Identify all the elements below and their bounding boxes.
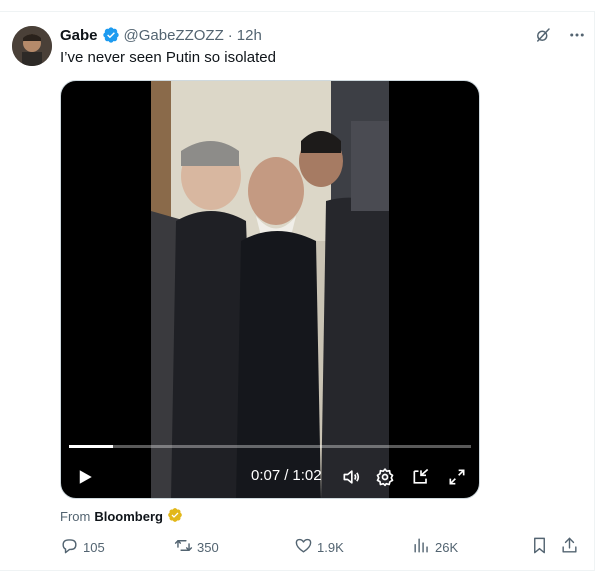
repost-icon: [174, 536, 193, 558]
settings-icon[interactable]: [373, 465, 397, 489]
video-progress-fill: [69, 445, 114, 448]
video-progress-bar[interactable]: [69, 445, 471, 448]
video-current-time: 0:07: [251, 467, 281, 484]
like-icon: [294, 536, 313, 558]
volume-icon[interactable]: [339, 465, 363, 489]
video-duration: 1:02: [292, 467, 322, 484]
bookmark-button[interactable]: [530, 536, 549, 558]
play-icon[interactable]: [73, 465, 97, 489]
tweet-header: Gabe @GabeZZOZZ · 12h: [60, 25, 262, 45]
grok-icon[interactable]: [533, 25, 553, 45]
bookmark-icon: [530, 536, 549, 558]
views-count: 26K: [435, 539, 459, 555]
verified-badge-icon: [102, 26, 120, 44]
author-avatar[interactable]: [12, 26, 52, 66]
views-icon: [412, 536, 431, 558]
repost-button[interactable]: 350: [174, 536, 219, 558]
header-actions: [533, 25, 587, 45]
post-time[interactable]: 12h: [237, 27, 262, 44]
video-player[interactable]: 0:07 / 1:02: [60, 80, 480, 499]
gold-verified-icon: [167, 507, 183, 526]
tweet-actions: 105 350 1.9K 26K: [60, 536, 585, 558]
repost-count: 350: [197, 539, 219, 555]
media-source-name[interactable]: Bloomberg: [94, 509, 163, 524]
fullscreen-icon[interactable]: [445, 465, 469, 489]
like-count: 1.9K: [317, 539, 344, 555]
reply-button[interactable]: 105: [60, 536, 105, 558]
video-time-divider: /: [284, 467, 289, 484]
video-frame: [151, 81, 389, 498]
share-button[interactable]: [560, 536, 579, 558]
like-button[interactable]: 1.9K: [294, 536, 344, 558]
media-source: From Bloomberg: [60, 507, 183, 526]
pip-icon[interactable]: [409, 465, 433, 489]
author-handle[interactable]: @GabeZZOZZ: [124, 27, 224, 44]
reply-icon: [60, 536, 79, 558]
video-time-readout: 0:07 / 1:02: [251, 467, 322, 484]
tweet-text: I’ve never seen Putin so isolated: [60, 49, 276, 66]
views-button[interactable]: 26K: [412, 536, 458, 558]
header-separator: ·: [227, 26, 233, 44]
author-name[interactable]: Gabe: [60, 27, 98, 44]
media-source-prefix: From: [60, 509, 91, 524]
video-controls: 0:07 / 1:02: [61, 463, 479, 491]
share-icon: [560, 536, 579, 558]
more-icon[interactable]: [567, 25, 587, 45]
reply-count: 105: [83, 539, 105, 555]
